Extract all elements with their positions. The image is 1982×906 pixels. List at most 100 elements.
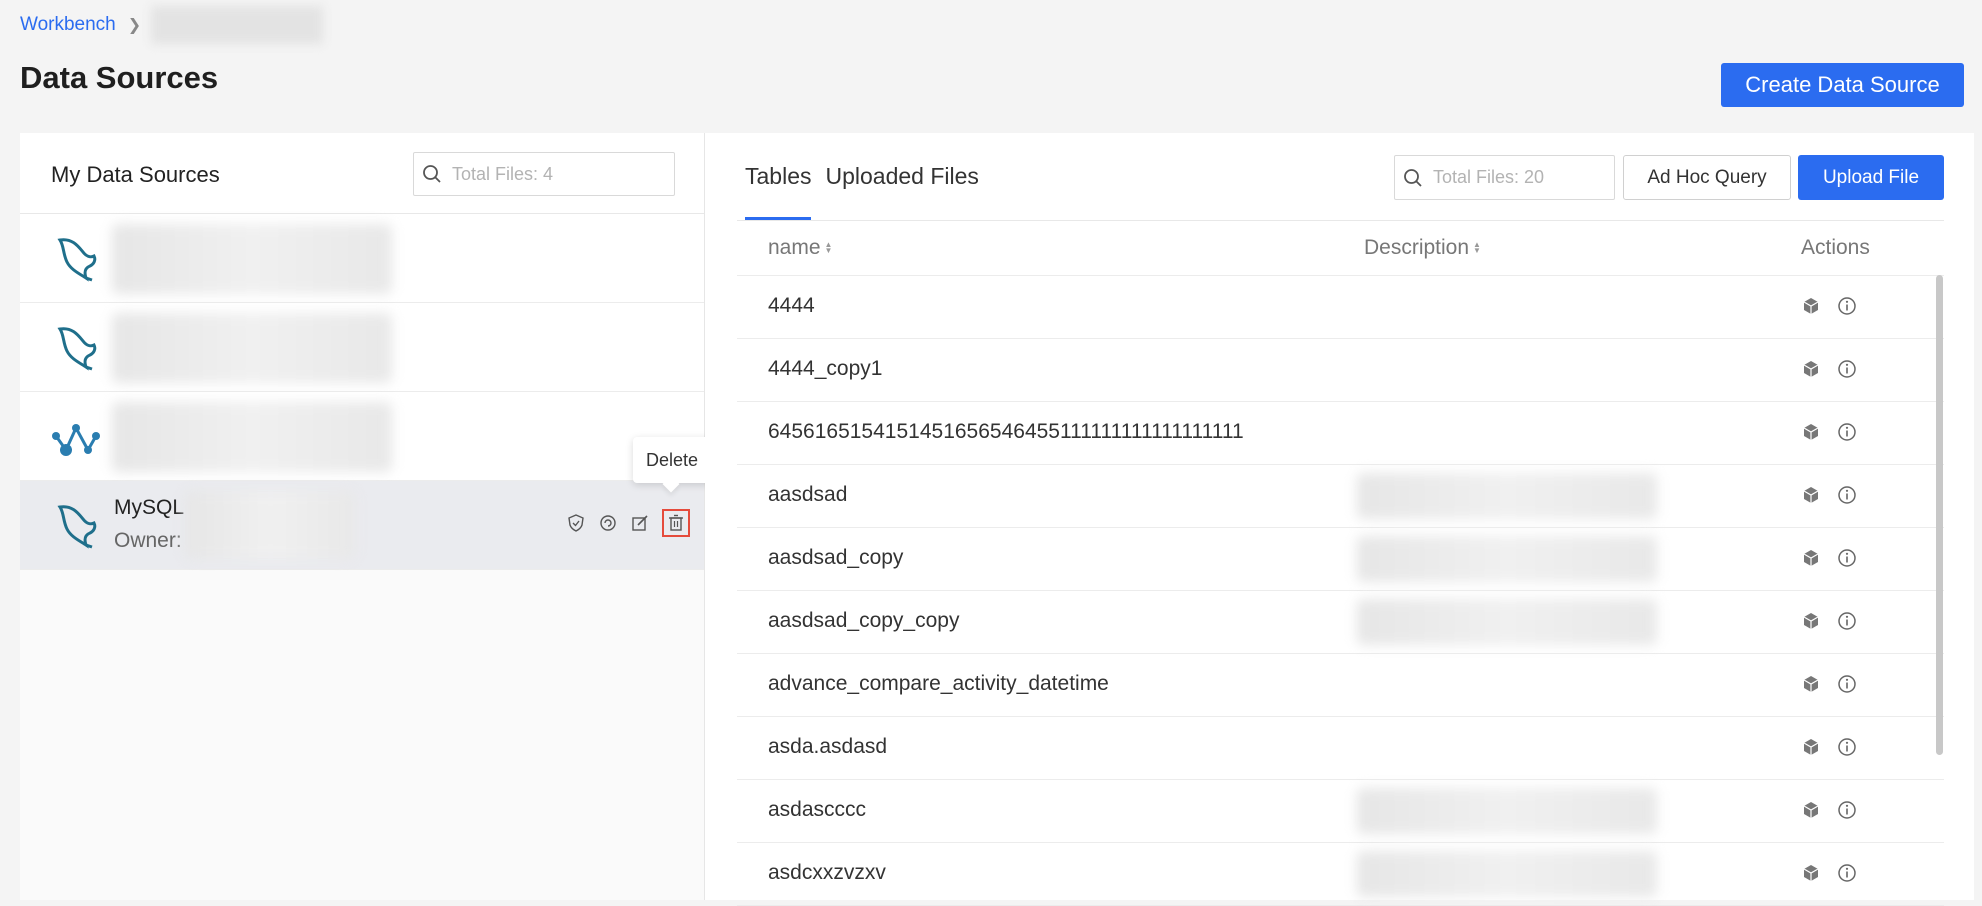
mysql-dolphin-icon: [57, 327, 97, 371]
info-icon[interactable]: [1837, 674, 1857, 694]
data-source-search[interactable]: [413, 152, 675, 196]
cube-icon[interactable]: [1801, 800, 1821, 820]
my-data-sources-title: My Data Sources: [51, 162, 220, 187]
edit-icon[interactable]: [630, 513, 650, 533]
graph-network-icon: [52, 424, 100, 456]
mysql-dolphin-icon: [57, 505, 97, 549]
cube-icon[interactable]: [1801, 863, 1821, 883]
refresh-icon[interactable]: [598, 513, 618, 533]
table-header: name ▲ ▼ Description ▲ ▼ Actions: [737, 221, 1944, 276]
description-redacted: [1357, 851, 1657, 897]
description-redacted: [1357, 473, 1657, 519]
table-row[interactable]: aasdsad: [737, 465, 1944, 528]
shield-check-icon[interactable]: [566, 513, 586, 533]
table-row[interactable]: advance_compare_activity_datetime: [737, 654, 1944, 717]
data-source-info-redacted: [112, 402, 392, 472]
cube-icon[interactable]: [1801, 485, 1821, 505]
table-row[interactable]: 4444_copy1: [737, 339, 1944, 402]
column-header-description[interactable]: Description ▲ ▼: [1364, 236, 1481, 260]
cube-icon[interactable]: [1801, 422, 1821, 442]
data-source-info-redacted: [112, 224, 392, 294]
cube-icon[interactable]: [1801, 548, 1821, 568]
table-name-cell[interactable]: 4444_copy1: [768, 357, 1248, 381]
table-name-cell[interactable]: advance_compare_activity_datetime: [768, 672, 1248, 696]
data-source-item[interactable]: [20, 392, 704, 481]
breadcrumb: Workbench ❯: [20, 6, 324, 44]
info-icon[interactable]: [1837, 359, 1857, 379]
table-name-cell[interactable]: asdascccc: [768, 798, 1248, 822]
column-header-name[interactable]: name ▲ ▼: [768, 236, 832, 260]
row-actions: [1801, 485, 1857, 505]
table-search[interactable]: [1394, 155, 1615, 200]
row-actions: [1801, 674, 1857, 694]
info-icon[interactable]: [1837, 296, 1857, 316]
data-source-item[interactable]: [20, 214, 704, 303]
delete-tooltip: Delete: [633, 437, 711, 483]
table-row[interactable]: aasdsad_copy: [737, 528, 1944, 591]
cube-icon[interactable]: [1801, 296, 1821, 316]
table-name-cell[interactable]: 4444: [768, 294, 1248, 318]
table-row[interactable]: 6456165154151451656546455111111111111111…: [737, 402, 1944, 465]
description-redacted: [1357, 788, 1657, 834]
create-data-source-button[interactable]: Create Data Source: [1721, 63, 1964, 107]
table-name-cell[interactable]: aasdsad_copy_copy: [768, 609, 1248, 633]
table-name-cell[interactable]: asdcxxzvzxv: [768, 861, 1248, 885]
cube-icon[interactable]: [1801, 611, 1821, 631]
column-header-actions-label: Actions: [1801, 236, 1870, 259]
column-header-name-label: name: [768, 236, 821, 259]
table-row[interactable]: asda.asdasd: [737, 717, 1944, 780]
sort-icon[interactable]: ▲ ▼: [825, 241, 833, 255]
table-name-cell[interactable]: aasdsad_copy: [768, 546, 1248, 570]
page-title: Data Sources: [20, 60, 219, 95]
row-actions: [1801, 863, 1857, 883]
breadcrumb-workbench-link[interactable]: Workbench: [20, 14, 116, 36]
search-icon: [423, 165, 441, 183]
my-data-sources-panel: My Data Sources Total Files: 4 MySQL Own…: [20, 133, 705, 900]
description-redacted: [1357, 599, 1657, 645]
info-icon[interactable]: [1837, 548, 1857, 568]
cube-icon[interactable]: [1801, 674, 1821, 694]
data-source-name: MySQL: [114, 496, 185, 519]
table-row[interactable]: asdascccc: [737, 780, 1944, 843]
row-actions: [1801, 737, 1857, 757]
info-icon[interactable]: [1837, 863, 1857, 883]
data-source-search-input[interactable]: [450, 162, 662, 186]
table-search-input[interactable]: [1431, 166, 1611, 189]
info-icon[interactable]: [1837, 485, 1857, 505]
table-row[interactable]: aasdsad_copy_copy: [737, 591, 1944, 654]
info-icon[interactable]: [1837, 737, 1857, 757]
cube-icon[interactable]: [1801, 359, 1821, 379]
tab-tables[interactable]: Tables: [745, 163, 812, 220]
data-source-item[interactable]: [20, 303, 704, 392]
description-redacted: [1357, 536, 1657, 582]
tab-uploaded-files[interactable]: Uploaded Files: [825, 163, 978, 220]
breadcrumb-current-redacted: [151, 6, 324, 44]
table-name-cell[interactable]: 6456165154151451656546455111111111111111…: [768, 420, 1248, 444]
ad-hoc-query-button[interactable]: Ad Hoc Query: [1623, 155, 1791, 200]
table-name-cell[interactable]: aasdsad: [768, 483, 1248, 507]
sort-icon[interactable]: ▲ ▼: [1473, 241, 1481, 255]
data-source-details-redacted: [185, 491, 355, 559]
tab-bar: Tables Uploaded Files: [745, 163, 979, 220]
column-header-description-label: Description: [1364, 236, 1470, 259]
info-icon[interactable]: [1837, 800, 1857, 820]
table-row[interactable]: asdcxxzvzxv: [737, 843, 1944, 906]
data-source-actions: [566, 509, 690, 537]
row-actions: [1801, 548, 1857, 568]
data-source-item-active[interactable]: MySQL Owner:: [20, 481, 704, 570]
table-scrollbar[interactable]: [1936, 275, 1943, 755]
table-name-cell[interactable]: asda.asdasd: [768, 735, 1248, 759]
column-header-actions: Actions: [1801, 236, 1870, 260]
search-icon: [1404, 168, 1422, 187]
left-panel-header: My Data Sources: [20, 133, 704, 214]
chevron-right-icon: ❯: [127, 17, 142, 34]
info-icon[interactable]: [1837, 422, 1857, 442]
delete-icon[interactable]: [662, 509, 690, 537]
row-actions: [1801, 296, 1857, 316]
table-row[interactable]: 4444: [737, 276, 1944, 339]
upload-file-button[interactable]: Upload File: [1798, 155, 1944, 200]
data-source-owner-label: Owner:: [114, 529, 182, 552]
data-source-info-redacted: [112, 313, 392, 383]
cube-icon[interactable]: [1801, 737, 1821, 757]
info-icon[interactable]: [1837, 611, 1857, 631]
